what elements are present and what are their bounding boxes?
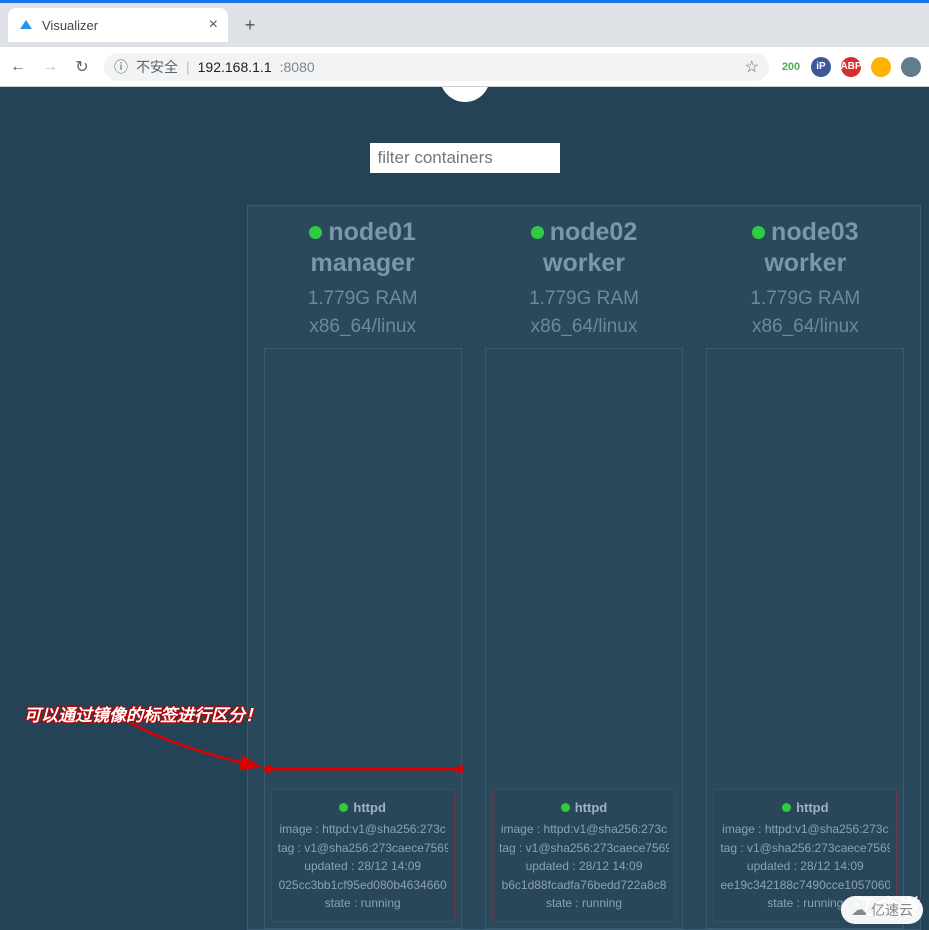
task-status-dot-icon: [782, 803, 791, 812]
extension-abp-icon[interactable]: ABP: [841, 57, 861, 77]
task-name: httpd: [575, 798, 607, 818]
task-status-dot-icon: [339, 803, 348, 812]
task-card[interactable]: httpd image : httpd:v1@sha256:273c tag :…: [492, 789, 676, 922]
task-image: image : httpd:v1@sha256:273c: [278, 820, 448, 839]
node-header: node02 worker 1.779G RAM x86_64/linux: [529, 212, 639, 342]
filter-input[interactable]: [370, 143, 560, 173]
task-tag: tag : v1@sha256:273caece7569: [499, 839, 669, 858]
task-name: httpd: [796, 798, 828, 818]
extension-icons: 200 iP ABP: [781, 57, 921, 77]
page-content: node01 manager 1.779G RAM x86_64/linux h…: [0, 87, 929, 930]
task-image: image : httpd:v1@sha256:273c: [499, 820, 669, 839]
node-role: worker: [529, 249, 639, 278]
extension-yellow-icon[interactable]: [871, 57, 891, 77]
tab-favicon-icon: [18, 17, 34, 33]
address-host: 192.168.1.1: [198, 59, 272, 75]
new-tab-button[interactable]: +: [236, 11, 264, 39]
node-arch: x86_64/linux: [529, 316, 639, 338]
task-id: 025cc3bb1cf95ed080b4634660: [278, 876, 448, 895]
status-dot-icon: [752, 226, 765, 239]
reload-button[interactable]: ↻: [72, 57, 92, 77]
browser-toolbar: ← → ↻ ⓘ 不安全 | 192.168.1.1 :8080 ☆ 200 iP …: [0, 47, 929, 87]
tab-strip: Visualizer × +: [0, 3, 929, 47]
info-icon[interactable]: ⓘ: [114, 57, 128, 77]
node-body: httpd image : httpd:v1@sha256:273c tag :…: [264, 348, 462, 929]
node-name: node03: [771, 218, 859, 247]
node-column-node02: node02 worker 1.779G RAM x86_64/linux ht…: [473, 212, 694, 929]
node-column-node01: node01 manager 1.779G RAM x86_64/linux h…: [252, 212, 473, 929]
task-updated: updated : 28/12 14:09: [499, 857, 669, 876]
task-id: b6c1d88fcadfa76bedd722a8c8: [499, 876, 669, 895]
node-ram: 1.779G RAM: [308, 288, 418, 310]
address-port: :8080: [280, 59, 315, 75]
node-body: httpd image : httpd:v1@sha256:273c tag :…: [706, 348, 904, 929]
extension-grey-icon[interactable]: [901, 57, 921, 77]
node-ram: 1.779G RAM: [750, 288, 860, 310]
status-dot-icon: [309, 226, 322, 239]
task-tag: tag : v1@sha256:273caece7569: [278, 839, 448, 858]
status-dot-icon: [531, 226, 544, 239]
extension-count[interactable]: 200: [781, 57, 801, 77]
node-arch: x86_64/linux: [750, 316, 860, 338]
forward-button[interactable]: →: [40, 57, 60, 77]
node-name: node02: [550, 218, 638, 247]
browser-tab[interactable]: Visualizer ×: [8, 8, 228, 42]
task-state: state : running: [278, 894, 448, 913]
node-role: worker: [750, 249, 860, 278]
node-name: node01: [328, 218, 416, 247]
task-updated: updated : 28/12 14:09: [720, 857, 890, 876]
node-ram: 1.779G RAM: [529, 288, 639, 310]
node-header: node01 manager 1.779G RAM x86_64/linux: [308, 212, 418, 342]
back-button[interactable]: ←: [8, 57, 28, 77]
tab-title: Visualizer: [42, 18, 98, 33]
insecure-label: 不安全: [136, 57, 178, 77]
task-state: state : running: [499, 894, 669, 913]
cloud-icon: ☁: [851, 900, 867, 920]
cluster-panel: node01 manager 1.779G RAM x86_64/linux h…: [247, 205, 921, 930]
address-bar[interactable]: ⓘ 不安全 | 192.168.1.1 :8080 ☆: [104, 53, 769, 81]
node-column-node03: node03 worker 1.779G RAM x86_64/linux ht…: [695, 212, 916, 929]
task-name: httpd: [353, 798, 385, 818]
cloud-label: 亿速云: [871, 900, 913, 920]
task-tag: tag : v1@sha256:273caece7569: [720, 839, 890, 858]
nodes-row: node01 manager 1.779G RAM x86_64/linux h…: [248, 206, 920, 929]
node-arch: x86_64/linux: [308, 316, 418, 338]
logo-icon: [440, 87, 490, 102]
task-image: image : httpd:v1@sha256:273c: [720, 820, 890, 839]
node-body: httpd image : httpd:v1@sha256:273c tag :…: [485, 348, 683, 929]
extension-ip-icon[interactable]: iP: [811, 57, 831, 77]
annotation-text: 可以通过镜像的标签进行区分！: [24, 701, 262, 726]
task-card[interactable]: httpd image : httpd:v1@sha256:273c tag :…: [271, 789, 455, 922]
cloud-badge: ☁ 亿速云: [841, 896, 923, 924]
close-icon[interactable]: ×: [209, 16, 218, 34]
address-separator: |: [186, 59, 190, 75]
node-header: node03 worker 1.779G RAM x86_64/linux: [750, 212, 860, 342]
task-updated: updated : 28/12 14:09: [278, 857, 448, 876]
node-role: manager: [308, 249, 418, 278]
task-status-dot-icon: [561, 803, 570, 812]
bookmark-star-icon[interactable]: ☆: [745, 57, 759, 77]
